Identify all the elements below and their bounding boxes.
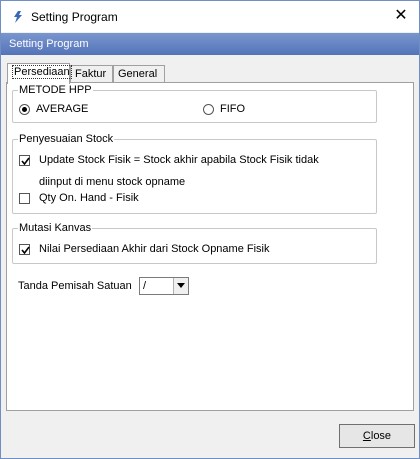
separator-select[interactable]: /	[139, 277, 189, 295]
checkbox-update-stock-label: Update Stock Fisik = Stock akhir apabila…	[39, 154, 319, 166]
mutasi-kanvas-group: Mutasi Kanvas Nilai Persediaan Akhir dar…	[12, 222, 377, 264]
tab-page-persediaan: METODE HPP AVERAGE FIFO Penyesuaian Stoc…	[6, 82, 414, 411]
check-icon	[21, 157, 30, 165]
app-icon	[14, 11, 22, 23]
separator-value: /	[143, 280, 147, 292]
tab-general[interactable]: General	[113, 65, 165, 83]
checkbox-qty-on-hand[interactable]: Qty On. Hand - Fisik	[19, 192, 139, 204]
close-button[interactable]: Close	[339, 424, 415, 448]
panel-header: Setting Program	[1, 33, 419, 55]
checkbox-qty-on-hand-label: Qty On. Hand - Fisik	[39, 192, 139, 204]
check-icon	[21, 246, 30, 254]
separator-dropdown-button[interactable]	[173, 278, 188, 294]
radio-fifo-label: FIFO	[220, 103, 246, 115]
radio-average-indicator[interactable]	[19, 103, 30, 115]
mutasi-kanvas-title: Mutasi Kanvas	[18, 222, 93, 234]
penyesuaian-stock-title: Penyesuaian Stock	[18, 133, 115, 145]
checkbox-update-stock[interactable]: Update Stock Fisik = Stock akhir apabila…	[19, 154, 319, 166]
window-title: Setting Program	[31, 10, 118, 24]
radio-average-label: AVERAGE	[36, 103, 89, 115]
radio-fifo[interactable]: FIFO	[203, 103, 245, 115]
metode-hpp-group: METODE HPP AVERAGE FIFO	[12, 84, 377, 123]
radio-average[interactable]: AVERAGE	[19, 103, 88, 115]
checkbox-nilai-persediaan-box[interactable]	[19, 243, 30, 255]
penyesuaian-stock-group: Penyesuaian Stock Update Stock Fisik = S…	[12, 133, 377, 214]
separator-label: Tanda Pemisah Satuan	[18, 280, 132, 292]
window-close-icon[interactable]: ✕	[383, 1, 419, 32]
radio-fifo-indicator[interactable]	[203, 103, 214, 115]
tab-persediaan[interactable]: Persediaan	[7, 63, 72, 84]
checkbox-update-stock-box[interactable]	[19, 154, 30, 166]
metode-hpp-title: METODE HPP	[18, 84, 93, 96]
checkbox-nilai-persediaan-label: Nilai Persediaan Akhir dari Stock Opname…	[39, 243, 270, 255]
checkbox-qty-on-hand-box[interactable]	[19, 192, 30, 204]
checkbox-nilai-persediaan[interactable]: Nilai Persediaan Akhir dari Stock Opname…	[19, 243, 269, 255]
update-stock-label-line2: diinput di menu stock opname	[39, 176, 186, 188]
settings-window: Setting Program ✕ Setting Program Persed…	[0, 0, 420, 459]
title-bar: Setting Program ✕	[1, 1, 419, 32]
chevron-down-icon	[177, 283, 185, 288]
tab-faktur[interactable]: Faktur	[70, 65, 113, 83]
